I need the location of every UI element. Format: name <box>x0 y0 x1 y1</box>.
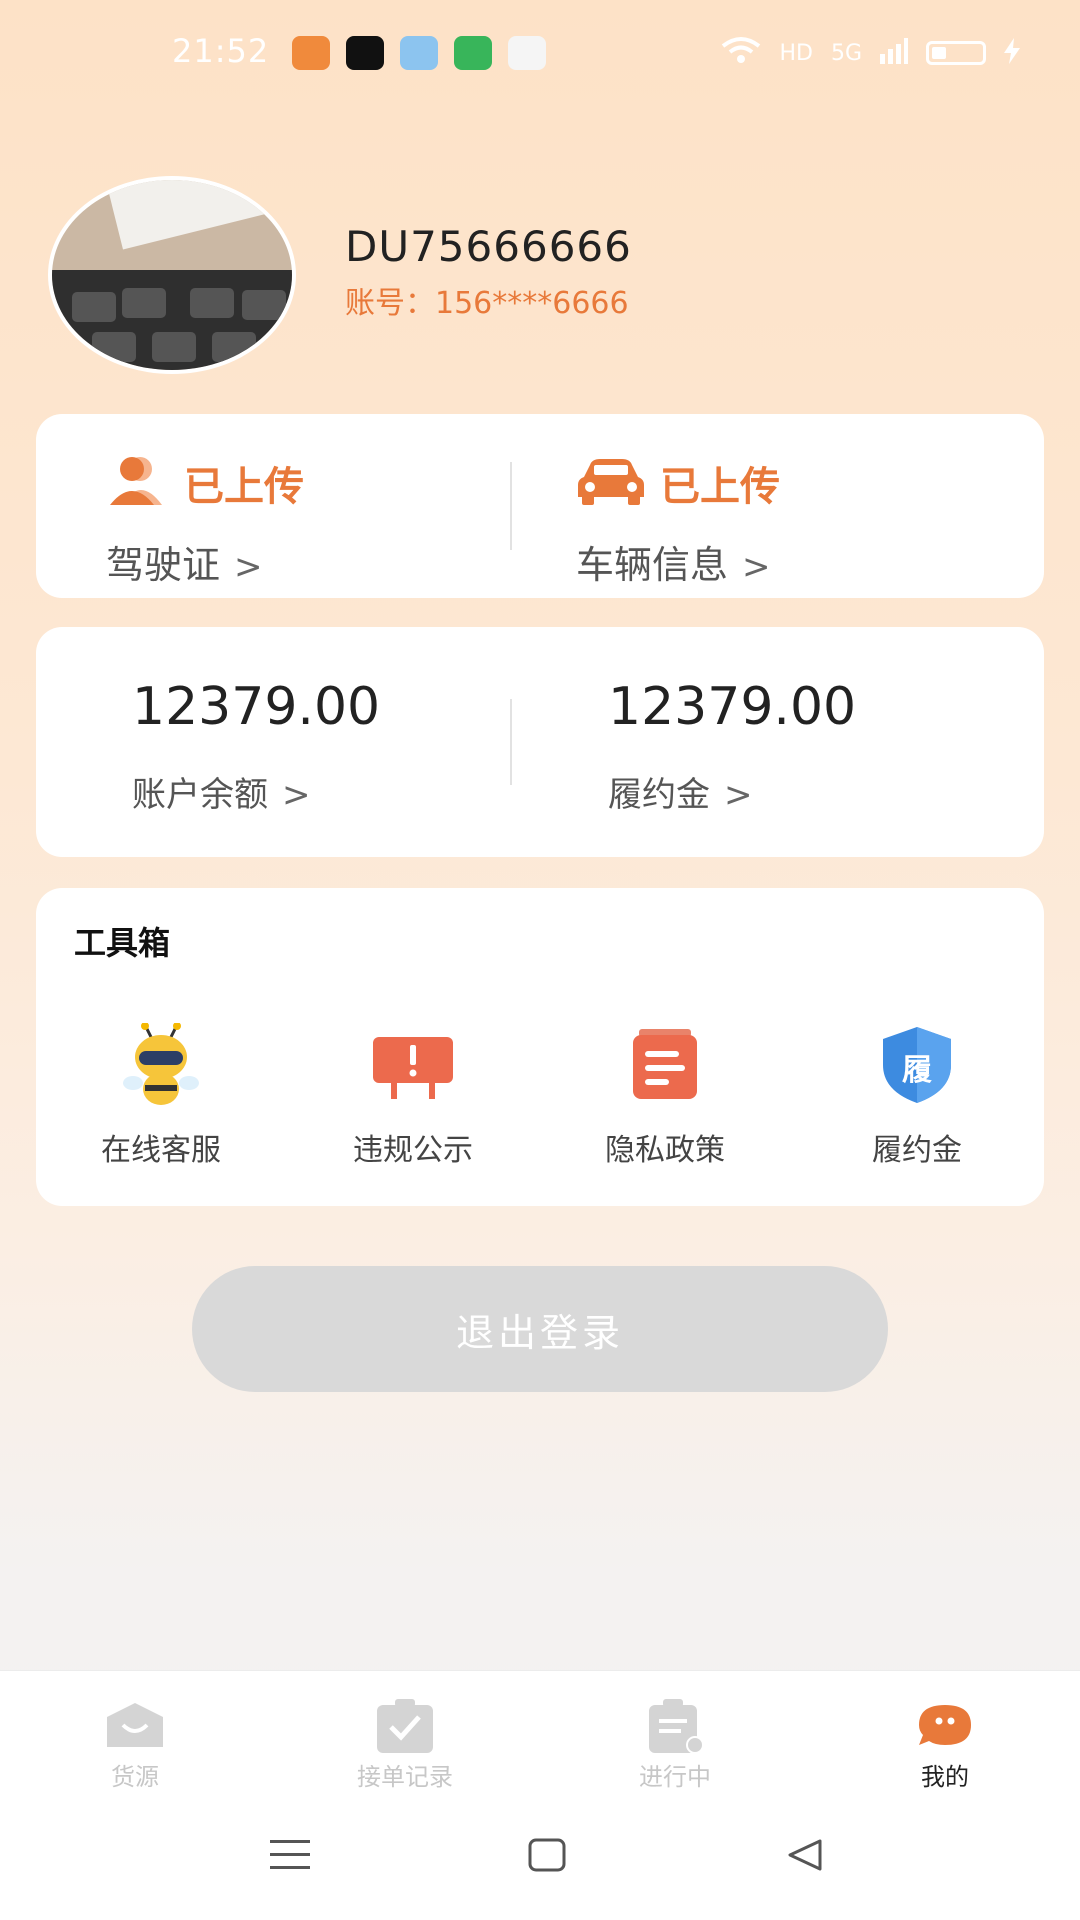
shield-icon: 履 <box>875 1023 959 1107</box>
car-icon <box>576 457 646 509</box>
tiktok-icon <box>346 36 384 70</box>
tool-online-support-label: 在线客服 <box>101 1133 221 1168</box>
shield-badge-text: 履 <box>902 1053 932 1088</box>
tab-cargo-source[interactable]: 货源 <box>55 1699 215 1792</box>
clipboard-check-icon <box>373 1699 437 1753</box>
driver-license-label: 驾驶证 <box>106 543 221 587</box>
avatar[interactable] <box>48 176 296 374</box>
tool-deposit[interactable]: 履 履约金 <box>817 1023 1017 1169</box>
driver-license-status: 已上传 <box>184 464 304 510</box>
alert-sign-icon <box>371 1023 455 1107</box>
vehicle-info-status: 已上传 <box>660 464 780 510</box>
account-balance-label: 账户余额 <box>132 775 268 815</box>
tab-in-progress-label: 进行中 <box>639 1763 711 1791</box>
account-balance-value: 12379.00 <box>132 677 381 737</box>
document-icon <box>623 1023 707 1107</box>
status-app-icons <box>292 36 546 70</box>
menu-icon[interactable] <box>270 1838 310 1876</box>
divider <box>510 462 512 550</box>
vehicle-info-entry[interactable]: 已上传 车辆信息 > <box>576 454 780 589</box>
logout-button[interactable]: 退出登录 <box>192 1266 888 1392</box>
upload-status-card: 已上传 驾驶证 > 已上传 车辆信息 > <box>36 414 1044 598</box>
signal-5g-icon: 5G <box>830 40 862 66</box>
account-balance-entry[interactable]: 12379.00 账户余额 > <box>132 677 380 816</box>
tab-order-history[interactable]: 接单记录 <box>325 1699 485 1792</box>
tab-mine-label: 我的 <box>921 1763 969 1791</box>
username: DU75666666 <box>345 222 632 271</box>
tool-violation-notice-label: 违规公示 <box>353 1133 473 1168</box>
tab-cargo-source-label: 货源 <box>111 1763 159 1791</box>
video-app-icon <box>292 36 330 70</box>
chevron-right-icon: > <box>234 547 263 587</box>
hd-icon: HD <box>779 40 813 66</box>
toolbox-card: 工具箱 在线客服 违规公示 隐私政策 履 履约金 <box>36 888 1044 1206</box>
vehicle-info-label: 车辆信息 <box>576 543 729 587</box>
wifi-icon <box>721 36 761 70</box>
toolbox-title: 工具箱 <box>74 924 171 962</box>
status-indicators: HD 5G <box>721 36 1020 70</box>
paper-plane-icon <box>400 36 438 70</box>
account-number: 账号：156****6666 <box>345 286 629 321</box>
status-bar: 21:52 HD 5G <box>0 0 1080 110</box>
tool-privacy-policy-label: 隐私政策 <box>605 1133 725 1168</box>
deposit-value: 12379.00 <box>608 677 857 737</box>
tool-deposit-label: 履约金 <box>872 1133 962 1168</box>
chevron-right-icon: > <box>282 775 311 815</box>
deposit-label: 履约金 <box>608 775 710 815</box>
clipboard-list-icon <box>643 1699 707 1754</box>
divider <box>510 699 512 785</box>
status-time: 21:52 <box>172 32 270 70</box>
person-icon <box>106 455 170 511</box>
plus-app-icon <box>454 36 492 70</box>
driver-license-entry[interactable]: 已上传 驾驶证 > <box>106 454 304 589</box>
tab-in-progress[interactable]: 进行中 <box>595 1699 755 1792</box>
tab-order-history-label: 接单记录 <box>357 1763 453 1791</box>
chat-face-icon <box>913 1699 977 1753</box>
tool-violation-notice[interactable]: 违规公示 <box>313 1023 513 1169</box>
signal-bars-icon <box>880 38 908 68</box>
chevron-right-icon: > <box>724 775 753 815</box>
tab-mine[interactable]: 我的 <box>865 1699 1025 1792</box>
finance-card: 12379.00 账户余额 > 12379.00 履约金 > <box>36 627 1044 857</box>
tool-privacy-policy[interactable]: 隐私政策 <box>565 1023 765 1169</box>
chat-app-icon <box>508 36 546 70</box>
bottom-tab-bar: 货源 接单记录 进行中 我的 <box>0 1670 1080 1797</box>
deposit-entry[interactable]: 12379.00 履约金 > <box>608 677 856 816</box>
battery-icon <box>926 41 986 65</box>
tool-online-support[interactable]: 在线客服 <box>61 1022 261 1169</box>
back-icon[interactable] <box>786 1838 824 1876</box>
charging-icon <box>1004 38 1020 68</box>
system-nav-bar <box>0 1796 1080 1920</box>
bee-support-icon <box>119 1022 203 1107</box>
home-icon[interactable] <box>528 1838 566 1876</box>
box-icon <box>103 1699 167 1753</box>
chevron-right-icon: > <box>742 547 771 587</box>
